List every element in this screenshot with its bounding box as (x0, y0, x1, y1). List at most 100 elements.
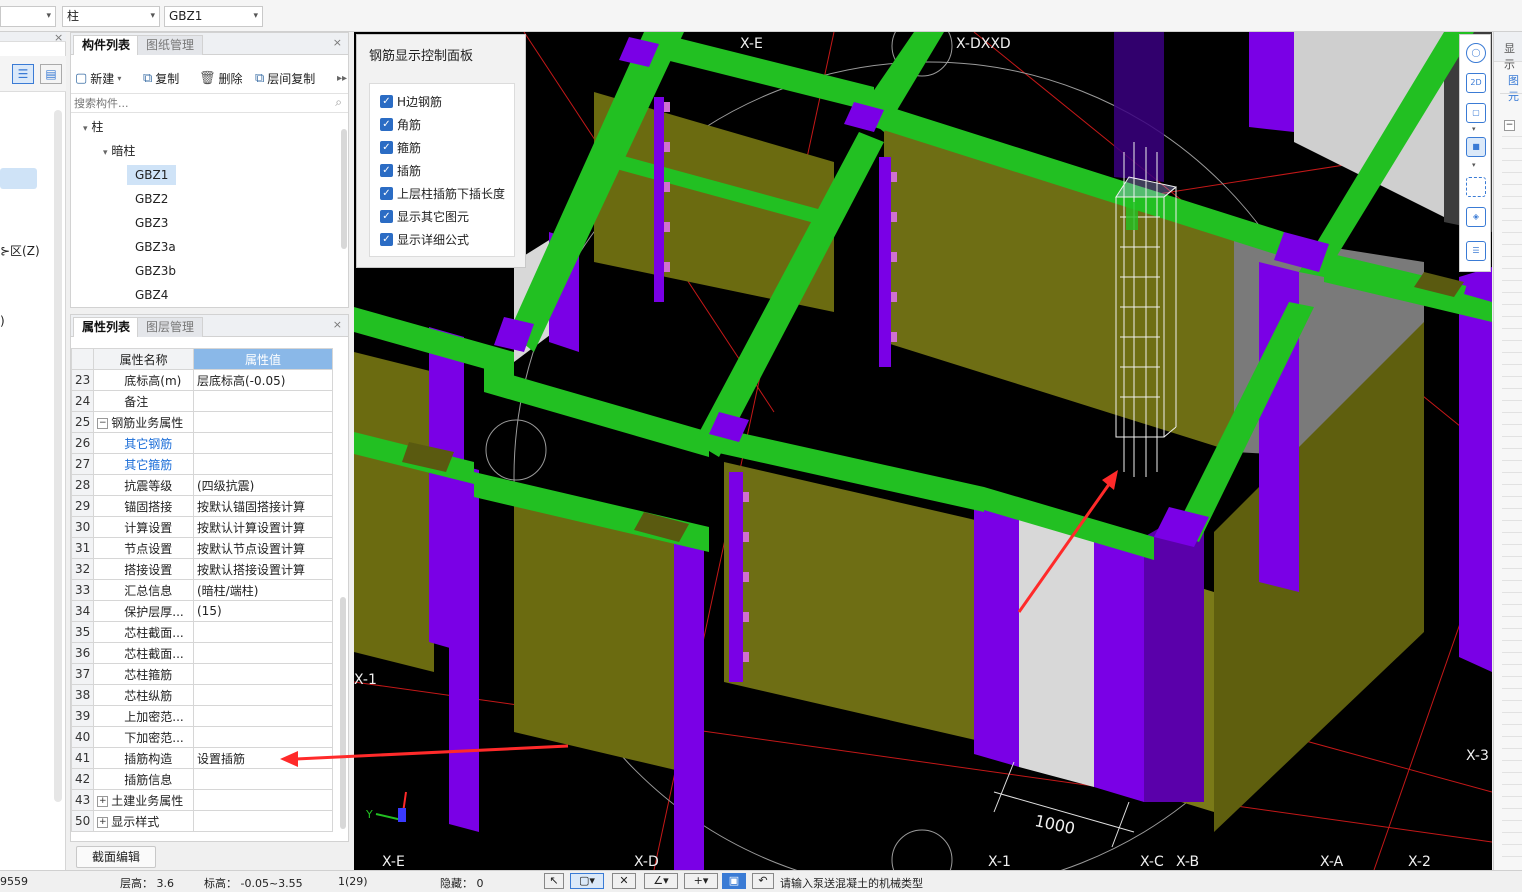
property-name[interactable]: 芯柱箍筋 (93, 663, 194, 685)
tree-item-gbz3a[interactable]: GBZ3a (135, 237, 176, 257)
arc-icon[interactable]: ↶ (752, 873, 774, 889)
more-icon[interactable]: ▸▸ (337, 73, 347, 84)
select-pointer-icon[interactable]: ↖ (544, 873, 564, 889)
property-row[interactable]: 24 备注 (70, 390, 333, 412)
checkbox-stirrup[interactable]: ✓ 箍筋 (380, 138, 421, 156)
property-row[interactable]: 28 抗震等级 (四级抗震) (70, 474, 333, 496)
checkbox-checked-icon[interactable]: ✓ (380, 117, 393, 131)
display-toggle-icon[interactable]: ▣ (722, 873, 746, 889)
search-input[interactable] (71, 94, 321, 112)
expand-icon[interactable]: − (1504, 118, 1518, 132)
property-row[interactable]: 42 插筋信息 (70, 768, 333, 790)
expand-icon[interactable]: + (97, 795, 109, 807)
property-row[interactable]: 32 搭接设置 按默认搭接设置计算 (70, 558, 333, 580)
search-icon[interactable]: ⌕ (335, 95, 342, 110)
beam[interactable] (654, 32, 874, 112)
property-value[interactable]: 层底标高(-0.05) (193, 369, 333, 391)
property-row[interactable]: 38 芯柱纵筋 (70, 684, 333, 706)
property-value[interactable] (193, 411, 333, 433)
search-box[interactable]: ⌕ (71, 93, 348, 113)
property-name[interactable]: + 显示样式 (93, 810, 194, 832)
property-name[interactable]: 插筋信息 (93, 768, 194, 790)
property-name[interactable]: 保护层厚... (93, 600, 194, 622)
component-combo[interactable]: GBZ1 ▾ (164, 6, 263, 27)
property-value[interactable]: (暗柱/端柱) (193, 579, 333, 601)
property-value[interactable] (193, 642, 333, 664)
property-name[interactable]: 锚固搭接 (93, 495, 194, 517)
3d-cube-icon[interactable]: ▢ (1466, 103, 1486, 123)
copy-button[interactable]: ⧉ 复制 (143, 69, 179, 89)
snap-icon[interactable]: +▾ (684, 873, 718, 889)
column-band[interactable] (654, 97, 664, 302)
collapse-icon[interactable]: ▾ (83, 124, 88, 134)
property-name[interactable]: 计算设置 (93, 516, 194, 538)
collapse-icon[interactable]: ▾ (103, 148, 108, 158)
property-name[interactable]: 其它钢筋 (93, 432, 194, 454)
checkbox-show-other-elements[interactable]: ✓ 显示其它图元 (380, 207, 469, 225)
close-icon[interactable]: × (333, 36, 342, 49)
tab-component-list[interactable]: 构件列表 (73, 35, 140, 55)
property-value[interactable]: 按默认锚固搭接计算 (193, 495, 333, 517)
column-grey[interactable] (1019, 502, 1094, 787)
new-button[interactable]: ▢ 新建 ▾ (75, 69, 121, 89)
orbit-icon[interactable]: ◯ (1466, 43, 1486, 63)
element-type-combo[interactable]: 柱 ▾ (62, 6, 160, 27)
property-value[interactable] (193, 768, 333, 790)
property-name[interactable]: 其它箍筋 (93, 453, 194, 475)
property-name[interactable]: − 钢筋业务属性 (93, 411, 194, 433)
column-purple[interactable] (1249, 32, 1294, 132)
delete-button[interactable]: 🗑 删除 (199, 69, 243, 89)
chevron-down-icon[interactable]: ▾ (1472, 125, 1476, 133)
tree-item-gbz1[interactable]: GBZ1 (127, 165, 177, 185)
property-row[interactable]: 25− 钢筋业务属性 (70, 411, 333, 433)
property-row[interactable]: 29 锚固搭接 按默认锚固搭接计算 (70, 495, 333, 517)
property-name[interactable]: 备注 (93, 390, 194, 412)
property-scrollbar[interactable] (340, 597, 346, 829)
tree-item-gbz2[interactable]: GBZ2 (135, 189, 168, 209)
tree-scrollbar[interactable] (341, 129, 347, 249)
property-row[interactable]: 39 上加密范... (70, 705, 333, 727)
select-box-icon[interactable]: ▢▾ (570, 873, 604, 889)
chevron-down-icon[interactable]: ▾ (1472, 161, 1476, 169)
wall[interactable] (354, 352, 434, 672)
checkbox-checked-icon[interactable]: ✓ (380, 232, 393, 246)
column-purple[interactable] (449, 462, 479, 832)
checkbox-upper-dowel-length[interactable]: ✓ 上层柱插筋下插长度 (380, 184, 505, 202)
property-row[interactable]: 37 芯柱箍筋 (70, 663, 333, 685)
right-panel-tab[interactable]: 图元 (1508, 72, 1522, 104)
beam[interactable] (484, 367, 709, 457)
property-value[interactable]: (15) (193, 600, 333, 622)
column-purple[interactable] (1094, 522, 1144, 802)
expand-icon[interactable]: + (97, 816, 109, 828)
property-value[interactable] (193, 621, 333, 643)
cross-select-icon[interactable]: ✕ (612, 873, 636, 889)
property-row[interactable]: 43 + 土建业务属性 (70, 789, 333, 811)
column-purple[interactable] (674, 522, 704, 870)
selected-nav-item[interactable] (0, 168, 37, 189)
floor-combo[interactable]: ▾ (0, 6, 56, 27)
angle-icon[interactable]: ∠▾ (644, 873, 678, 889)
property-value[interactable]: 按默认搭接设置计算 (193, 558, 333, 580)
property-name[interactable]: 节点设置 (93, 537, 194, 559)
checkbox-show-detail-formula[interactable]: ✓ 显示详细公式 (380, 230, 469, 248)
column-purple[interactable] (1459, 267, 1492, 672)
property-value[interactable]: 按默认节点设置计算 (193, 537, 333, 559)
property-name[interactable]: 芯柱纵筋 (93, 684, 194, 706)
property-name[interactable]: 汇总信息 (93, 579, 194, 601)
property-value[interactable] (193, 453, 333, 475)
fit-view-icon[interactable] (1466, 177, 1486, 197)
tab-layer-management[interactable]: 图层管理 (137, 317, 204, 337)
property-value[interactable] (193, 432, 333, 454)
property-row[interactable]: 50 + 显示样式 (70, 810, 333, 832)
property-value[interactable]: 按默认计算设置计算 (193, 516, 333, 538)
checkbox-checked-icon[interactable]: ✓ (380, 140, 393, 154)
property-row[interactable]: 27 其它箍筋 (70, 453, 333, 475)
tree-node-column[interactable]: ▾ 柱 (83, 117, 103, 137)
checkbox-checked-icon[interactable]: ✓ (380, 94, 393, 108)
property-name[interactable]: 插筋构造 (93, 747, 194, 769)
checkbox-corner-rebar[interactable]: ✓ 角筋 (380, 115, 421, 133)
report-icon[interactable]: ☰ (1466, 241, 1486, 261)
property-name[interactable]: 抗震等级 (93, 474, 194, 496)
detail-view-icon[interactable]: ▤ (40, 64, 62, 84)
checkbox-checked-icon[interactable]: ✓ (380, 186, 393, 200)
